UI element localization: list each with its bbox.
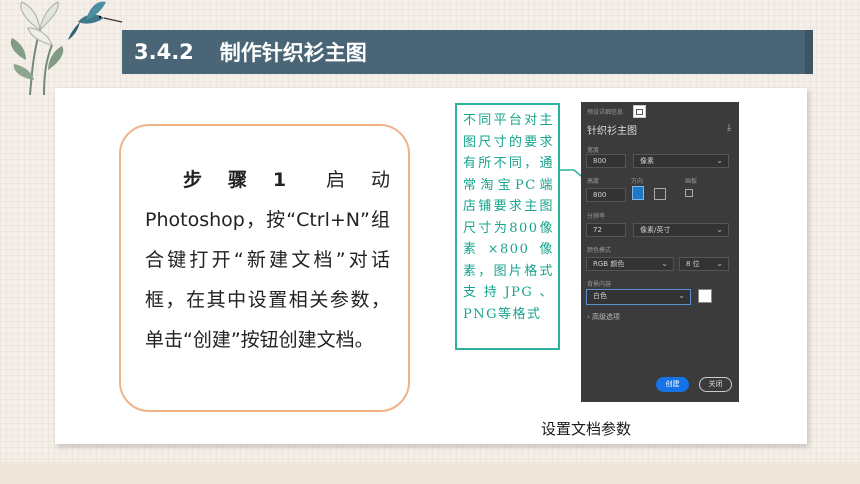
- chevron-down-icon: ⌄: [716, 259, 723, 268]
- resolution-unit-select[interactable]: 像素/英寸 ⌄: [633, 223, 729, 237]
- chevron-down-icon: ⌄: [678, 291, 685, 300]
- width-unit-select[interactable]: 像素 ⌄: [633, 154, 729, 168]
- title-bar-accent: [805, 30, 813, 74]
- artboard-label: 画板: [685, 178, 698, 185]
- figure-caption: 设置文档参数: [541, 420, 632, 438]
- orientation-label: 方向: [631, 178, 644, 185]
- bit-depth-select[interactable]: 8 位 ⌄: [679, 257, 729, 271]
- artboard-checkbox[interactable]: [685, 189, 693, 197]
- resolution-label: 分辨率: [587, 213, 606, 220]
- step-instruction-box: 步骤1 启动 Photoshop，按“Ctrl+N”组合键打开“新建文档”对话框，…: [119, 124, 410, 412]
- background-contents-value: 白色: [593, 292, 607, 300]
- tip-note-box: 不同平台对主图尺寸的要求有所不同，通常淘宝PC端店铺要求主图尺寸为800像素×8…: [455, 103, 560, 350]
- color-mode-label: 颜色模式: [587, 247, 612, 254]
- background-contents-label: 背景内容: [587, 281, 612, 288]
- download-icon[interactable]: ⤓: [727, 123, 731, 133]
- flower-hummingbird-decoration: [10, 1, 123, 95]
- section-title: 制作针织衫主图: [219, 41, 367, 65]
- color-mode-value: RGB 颜色: [593, 260, 625, 268]
- save-preset-icon[interactable]: [633, 105, 646, 118]
- section-number: 3.4.2: [134, 40, 194, 64]
- step-paragraph: 步骤1 启动 Photoshop，按“Ctrl+N”组合键打开“新建文档”对话框，…: [145, 160, 390, 360]
- step-label: 步骤1: [183, 169, 287, 191]
- chevron-down-icon: ⌄: [661, 259, 668, 268]
- width-label: 宽度: [587, 147, 600, 154]
- height-label: 高度: [587, 178, 600, 185]
- tip-note-text: 不同平台对主图尺寸的要求有所不同，通常淘宝PC端店铺要求主图尺寸为800像素×8…: [463, 113, 554, 322]
- advanced-options-label: 高级选项: [592, 313, 621, 321]
- height-input[interactable]: 800: [586, 188, 626, 202]
- color-mode-select[interactable]: RGB 颜色 ⌄: [586, 257, 674, 271]
- chevron-down-icon: ⌄: [716, 225, 723, 234]
- create-button[interactable]: 创建: [656, 377, 689, 392]
- width-unit-value: 像素: [640, 157, 654, 165]
- resolution-input[interactable]: 72: [586, 223, 626, 237]
- portrait-orientation-icon[interactable]: [632, 186, 644, 200]
- chevron-down-icon: ⌄: [716, 156, 723, 165]
- document-name[interactable]: 针织衫主图: [587, 122, 637, 137]
- width-input[interactable]: 800: [586, 154, 626, 168]
- section-title-bar: 3.4.2 制作针织衫主图: [122, 30, 813, 74]
- background-color-swatch[interactable]: [698, 289, 712, 303]
- close-button[interactable]: 关闭: [699, 377, 732, 392]
- chevron-right-icon: ›: [587, 313, 590, 321]
- resolution-unit-value: 像素/英寸: [640, 226, 671, 234]
- bit-depth-value: 8 位: [686, 260, 700, 268]
- new-document-dialog: 预设详细信息 针织衫主图 ⤓ 宽度 800 像素 ⌄ 高度 方向 画板 800 …: [581, 102, 739, 402]
- bottom-border-decoration: [0, 462, 860, 484]
- step-text: 启动 Photoshop，按“Ctrl+N”组合键打开“新建文档”对话框，在其中…: [145, 169, 390, 351]
- advanced-options-toggle[interactable]: › 高级选项: [587, 312, 620, 322]
- background-contents-select[interactable]: 白色 ⌄: [586, 289, 691, 305]
- preset-details-label: 预设详细信息: [587, 109, 624, 116]
- landscape-orientation-icon[interactable]: [654, 188, 666, 200]
